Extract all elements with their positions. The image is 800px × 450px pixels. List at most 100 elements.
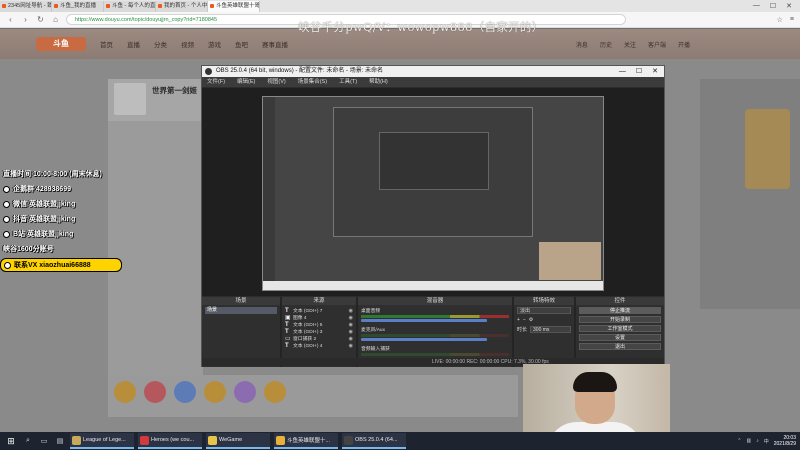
transition-select[interactable]: 淡出 <box>517 307 571 314</box>
search-icon[interactable]: ⌕ <box>22 437 34 445</box>
nav-item[interactable]: 鱼吧 <box>235 39 248 49</box>
obs-icon <box>344 435 353 445</box>
gift-icon[interactable] <box>114 381 136 403</box>
minimize-icon[interactable]: — <box>753 2 760 10</box>
menu-icon[interactable]: ≡ <box>790 16 794 24</box>
room-title: 世界第一剑姬 <box>152 86 197 95</box>
source-item[interactable]: ▭ 窗口捕获 2 ◉ <box>285 335 353 343</box>
browser-tab[interactable]: 2345网址导航 - 致力于打造百 <box>0 0 52 12</box>
browser-tab-active[interactable]: 斗鱼英雄联盟十哥年电竞跑 <box>208 0 260 12</box>
source-item[interactable]: T 文本 (GDI+) 7 ◉ <box>285 307 353 315</box>
audio-meter <box>361 334 509 337</box>
eye-icon[interactable]: ◉ <box>349 315 353 321</box>
header-link[interactable]: 开播 <box>678 40 690 49</box>
browser-tab[interactable]: 斗鱼_我的直播 <box>52 0 104 12</box>
gift-icon[interactable] <box>174 381 196 403</box>
stop-streaming-button[interactable]: 停止推流 <box>579 307 661 314</box>
home-icon[interactable]: ⌂ <box>51 15 60 24</box>
gift-icon[interactable] <box>204 381 226 403</box>
nav-item[interactable]: 首页 <box>100 39 113 49</box>
menu-item[interactable]: 帮助(H) <box>369 77 388 87</box>
captured-taskbar <box>263 281 603 290</box>
audio-meter <box>361 315 509 318</box>
wegame-icon <box>208 435 217 445</box>
gift-icon[interactable] <box>234 381 256 403</box>
add-icon[interactable]: + <box>517 317 520 323</box>
windows-start-icon[interactable]: ⊞ <box>4 434 18 448</box>
audio-meter <box>361 353 509 356</box>
menu-item[interactable]: 视图(V) <box>267 77 285 87</box>
volume-slider[interactable] <box>361 319 487 322</box>
forward-icon[interactable]: › <box>21 15 30 24</box>
nav-item[interactable]: 游戏 <box>208 39 221 49</box>
minimize-icon[interactable]: — <box>619 66 626 77</box>
nav-item[interactable]: 视频 <box>181 39 194 49</box>
douyu-logo[interactable]: 斗鱼 <box>36 37 86 51</box>
star-icon[interactable]: ☆ <box>777 16 783 24</box>
refresh-icon[interactable]: ↻ <box>36 15 45 24</box>
network-icon[interactable]: ▥ <box>747 438 752 444</box>
maximize-icon[interactable]: ☐ <box>636 66 642 77</box>
taskbar-app[interactable]: League of Lege... <box>70 433 134 449</box>
header-link[interactable]: 客户端 <box>648 40 666 49</box>
duration-label: 时长 <box>517 327 528 333</box>
eye-icon[interactable]: ◉ <box>349 308 353 314</box>
exit-button[interactable]: 退出 <box>579 343 661 350</box>
browser-tab[interactable]: 我的首页 - 个人中心 - 斗鱼 <box>156 0 208 12</box>
nav-item[interactable]: 直播 <box>127 39 140 49</box>
menu-item[interactable]: 工具(T) <box>339 77 357 87</box>
duration-input[interactable]: 300 ms <box>530 326 571 333</box>
taskbar-app[interactable]: Heroes (we cou... <box>138 433 202 449</box>
taskbar-app[interactable]: WeGame <box>206 433 270 449</box>
scene-item[interactable]: 场景 <box>205 307 277 314</box>
nav-item[interactable]: 赛事直播 <box>262 39 288 49</box>
browser-extensions: ☆ ≡ <box>777 16 794 24</box>
tray-chevron-icon[interactable]: ⌃ <box>737 438 741 444</box>
header-link[interactable]: 关注 <box>624 40 636 49</box>
promo-banner-text: 峡谷千分pwQ/V：wowopw888（自家开的） <box>298 20 544 34</box>
header-link[interactable]: 消息 <box>576 40 588 49</box>
menu-item[interactable]: 编辑(E) <box>237 77 255 87</box>
clock-date: 2021/8/29 <box>773 441 796 447</box>
menu-item[interactable]: 场景集合(S) <box>298 77 327 87</box>
captured-nested-preview <box>379 132 489 190</box>
settings-button[interactable]: 设置 <box>579 334 661 341</box>
source-item[interactable]: ▣ 图像 4 ◉ <box>285 314 353 322</box>
eye-icon[interactable]: ◉ <box>349 343 353 349</box>
volume-slider[interactable] <box>361 338 487 341</box>
volume-icon[interactable]: ♪ <box>756 438 759 444</box>
overlay-line: 峡谷1600分账号 <box>3 246 54 253</box>
ime-icon[interactable]: 中 <box>764 438 769 445</box>
taskbar-app[interactable]: OBS 25.0.4 (64... <box>342 433 406 449</box>
header-link[interactable]: 历史 <box>600 40 612 49</box>
eye-icon[interactable]: ◉ <box>349 322 353 328</box>
obs-preview[interactable] <box>202 88 664 296</box>
source-item[interactable]: T 文本 (GDI+) 3 ◉ <box>285 328 353 336</box>
remove-icon[interactable]: − <box>523 317 526 323</box>
taskbar-app[interactable]: 斗鱼英雄联盟十... <box>274 433 338 449</box>
source-item[interactable]: T 文本 (GDI+) 5 ◉ <box>285 321 353 329</box>
eye-icon[interactable]: ◉ <box>349 329 353 335</box>
nav-item[interactable]: 分类 <box>154 39 167 49</box>
clock[interactable]: 20:03 2021/8/29 <box>774 435 796 447</box>
close-icon[interactable]: ✕ <box>786 2 792 10</box>
maximize-icon[interactable]: ☐ <box>770 2 776 10</box>
file-explorer-icon[interactable]: ▤ <box>54 437 66 445</box>
studio-mode-button[interactable]: 工作室模式 <box>579 325 661 332</box>
source-item[interactable]: T 文本 (GDI+) 4 ◉ <box>285 342 353 350</box>
gift-icon[interactable] <box>144 381 166 403</box>
gift-icon[interactable] <box>264 381 286 403</box>
player-area <box>108 79 203 409</box>
close-icon[interactable]: ✕ <box>652 66 658 77</box>
back-icon[interactable]: ‹ <box>6 15 15 24</box>
gear-icon[interactable]: ⚙ <box>529 317 533 323</box>
mixer-channel: 音频输入捕获 <box>361 345 509 356</box>
avatar[interactable] <box>114 83 146 115</box>
obs-window-controls: — ☐ ✕ <box>619 66 658 77</box>
task-view-icon[interactable]: ▭ <box>38 437 50 445</box>
transition-tools: + − ⚙ <box>517 317 571 323</box>
eye-icon[interactable]: ◉ <box>349 336 353 342</box>
menu-item[interactable]: 文件(F) <box>207 77 225 87</box>
start-recording-button[interactable]: 开始录制 <box>579 316 661 323</box>
browser-tab[interactable]: 斗鱼 - 每个人的直播平台 <box>104 0 156 12</box>
